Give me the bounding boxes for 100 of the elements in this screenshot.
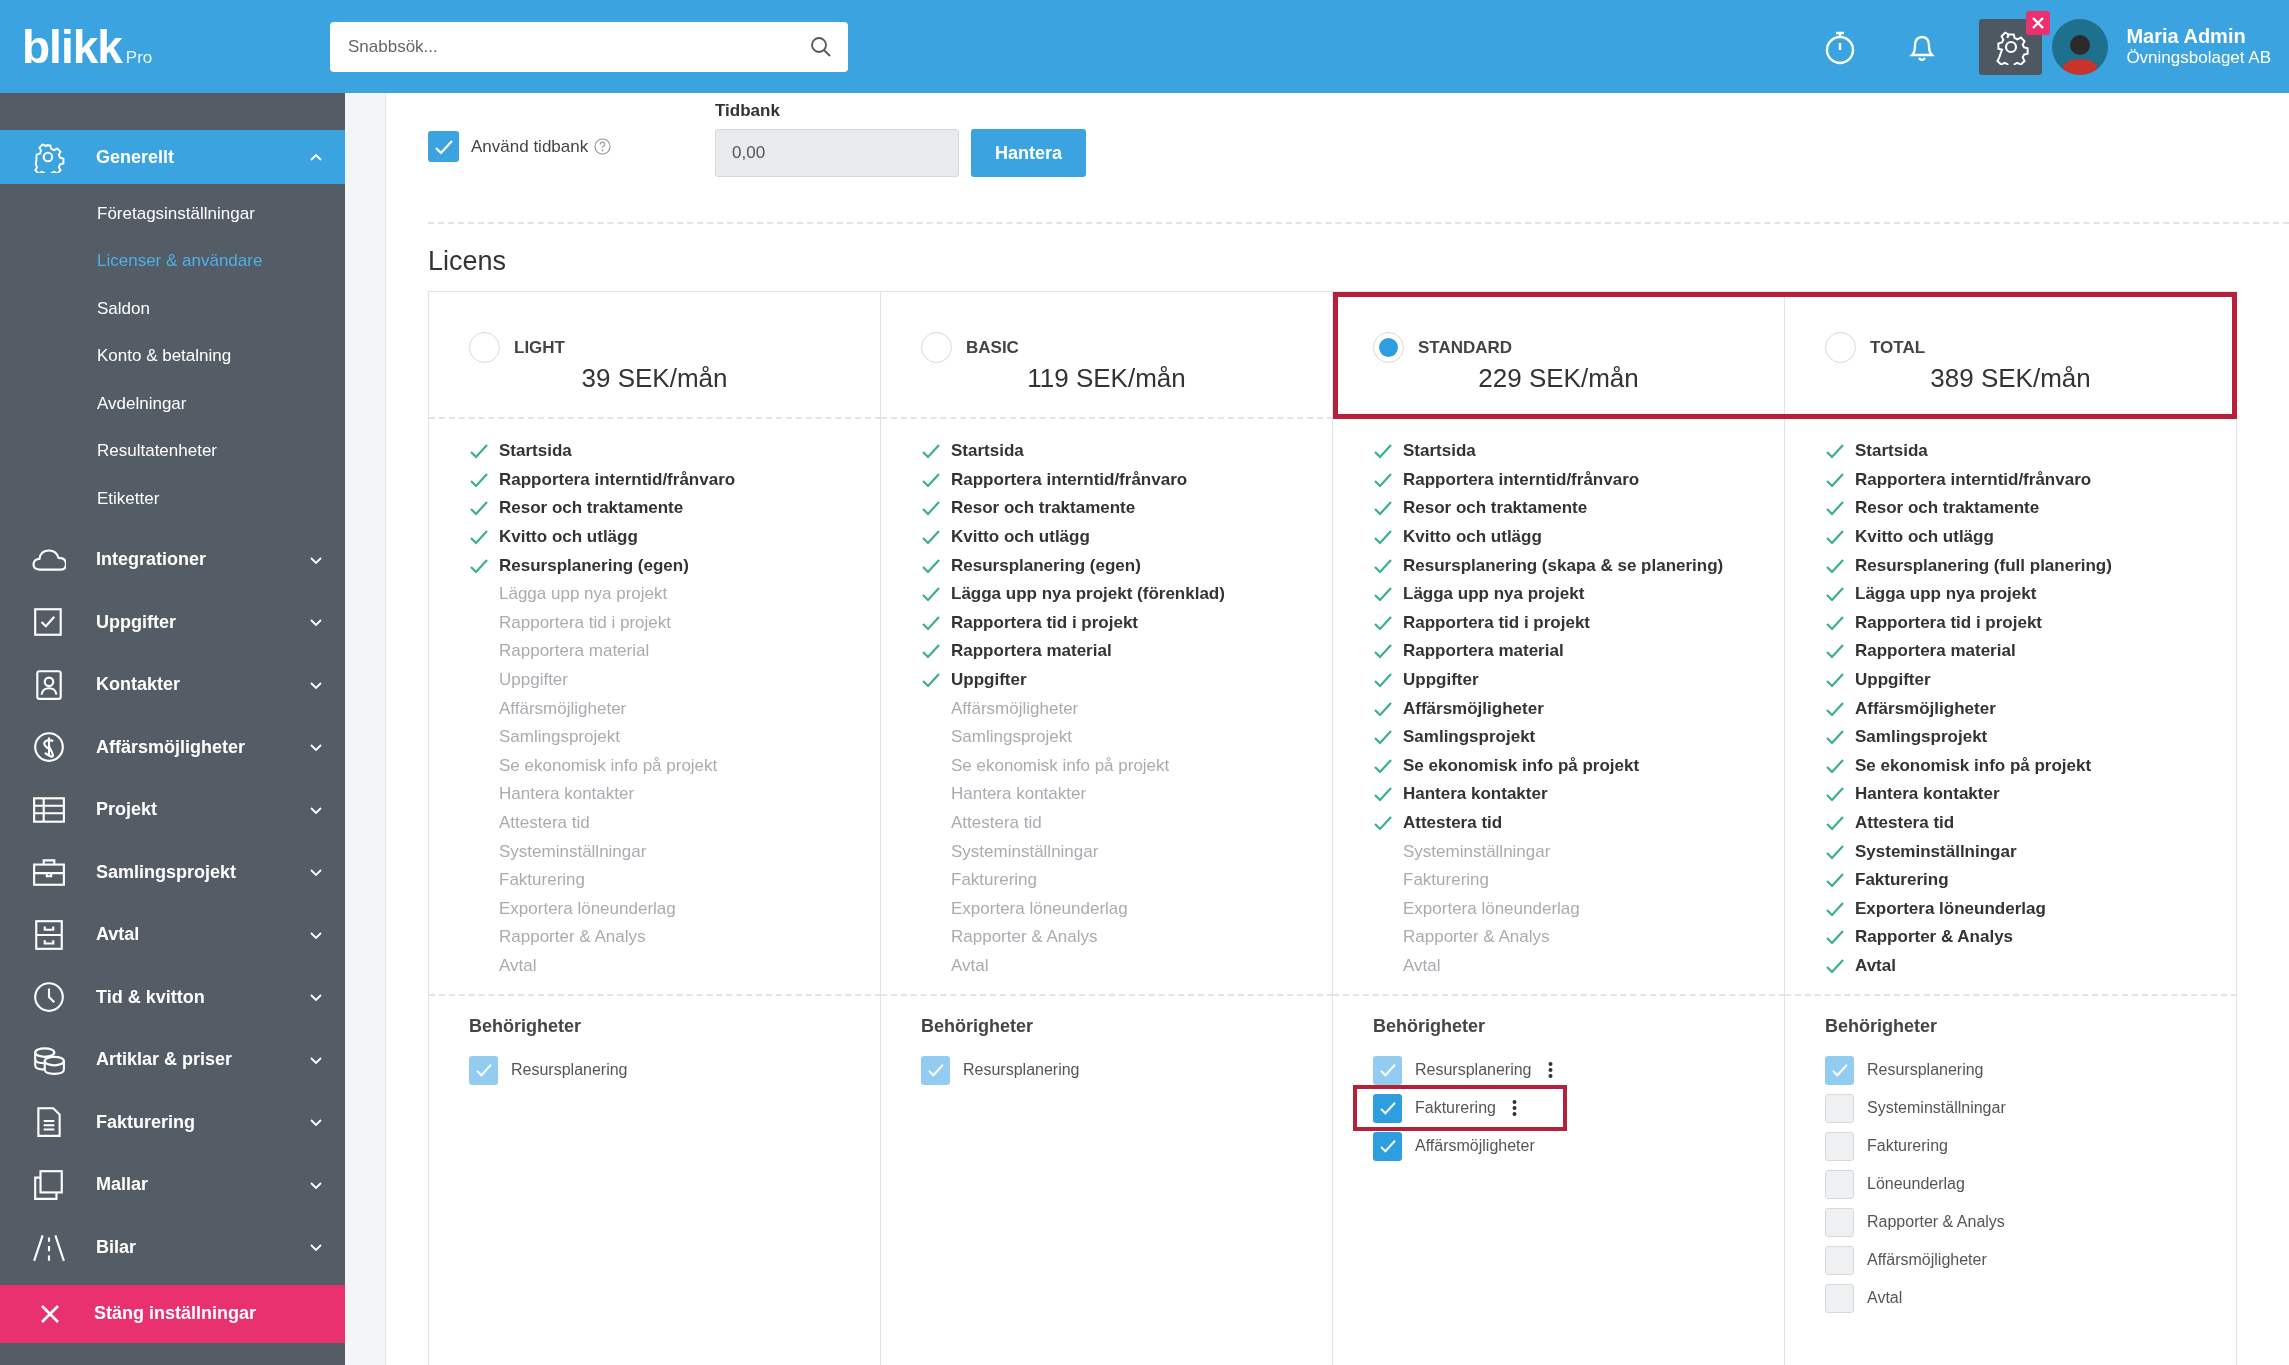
sidebar-item[interactable]: Artiklar & priser bbox=[0, 1028, 345, 1091]
sidebar-item[interactable]: Affärsmöjligheter bbox=[0, 716, 345, 779]
checkmark-icon bbox=[921, 643, 941, 660]
close-settings-button[interactable]: Stäng inställningar bbox=[0, 1284, 345, 1343]
chevron-down-icon bbox=[309, 679, 323, 690]
checkmark-icon bbox=[1373, 557, 1393, 574]
checkmark-icon bbox=[1373, 471, 1393, 488]
chevron-down-icon bbox=[309, 1179, 323, 1190]
check-icon bbox=[474, 1063, 493, 1078]
feature-label: Kvitto och utlägg bbox=[951, 527, 1090, 548]
feature-label: Resursplanering (egen) bbox=[499, 555, 689, 576]
sidebar-subitem[interactable]: Avdelningar bbox=[97, 380, 345, 428]
settings-button[interactable] bbox=[1979, 18, 2043, 75]
checkmark-icon bbox=[1825, 471, 1845, 488]
feature-label: Rapportera tid i projekt bbox=[951, 612, 1139, 633]
sidebar-item[interactable]: Bilar bbox=[0, 1216, 345, 1279]
checkmark-icon bbox=[469, 443, 489, 460]
permission-checkbox[interactable] bbox=[1825, 1207, 1854, 1237]
checkmark-icon bbox=[1373, 757, 1393, 774]
permission-checkbox[interactable] bbox=[1825, 1169, 1854, 1199]
sidebar-item[interactable]: Avtal bbox=[0, 903, 345, 966]
feature-label: Avtal bbox=[499, 956, 537, 976]
close-icon bbox=[40, 1303, 60, 1324]
feature-label: Resursplanering (full planering) bbox=[1855, 555, 2112, 576]
feature-label: Fakturering bbox=[499, 870, 585, 891]
checkmark-icon bbox=[1825, 700, 1845, 717]
feature-label: Systeminställningar bbox=[1403, 841, 1551, 862]
feature-label: Affärsmöjligheter bbox=[499, 698, 627, 719]
permission-label: Affärsmöjligheter bbox=[1415, 1137, 1535, 1156]
checkmark-icon bbox=[1825, 729, 1845, 746]
search-field[interactable]: Snabbsök... bbox=[330, 21, 848, 72]
help-icon[interactable] bbox=[594, 138, 612, 155]
close-badge-icon[interactable] bbox=[2026, 10, 2051, 35]
feature-label: Lägga upp nya projekt bbox=[1855, 584, 2037, 605]
feature-label: Resor och traktamente bbox=[1403, 498, 1588, 519]
feature-label: Fakturering bbox=[1403, 870, 1489, 891]
permission-checkbox[interactable] bbox=[1373, 1131, 1402, 1161]
feature-label: Systeminställningar bbox=[499, 841, 647, 862]
feature-label: Affärsmöjligheter bbox=[1403, 698, 1544, 719]
radio-button[interactable] bbox=[921, 332, 952, 363]
sidebar-item[interactable]: Integrationer bbox=[0, 528, 345, 591]
permission-checkbox[interactable] bbox=[1825, 1245, 1854, 1275]
radio-button[interactable] bbox=[1825, 332, 1856, 363]
feature-label: Rapportera tid i projekt bbox=[1855, 612, 2043, 633]
sidebar-item[interactable]: Kontakter bbox=[0, 653, 345, 716]
checkmark-icon bbox=[1373, 614, 1393, 631]
checkmark-icon bbox=[1825, 643, 1845, 660]
permission-label: Resursplanering bbox=[963, 1061, 1080, 1080]
permission-checkbox[interactable] bbox=[1825, 1093, 1854, 1123]
sidebar-subitem[interactable]: Etiketter bbox=[97, 475, 345, 523]
permission-checkbox[interactable] bbox=[1825, 1283, 1854, 1313]
sidebar-item[interactable]: Fakturering bbox=[0, 1091, 345, 1154]
feature-label: Resor och traktamente bbox=[499, 498, 684, 519]
sidebar-subitem[interactable]: Företagsinställningar bbox=[97, 190, 345, 238]
permission-checkbox[interactable] bbox=[1373, 1093, 1402, 1123]
chevron-down-icon bbox=[309, 867, 323, 878]
checkmark-icon bbox=[1373, 672, 1393, 689]
feature-label: Rapportera interntid/frånvaro bbox=[1855, 469, 2092, 490]
timebank-field[interactable]: 0,00 bbox=[715, 129, 959, 177]
chevron-down-icon bbox=[309, 1242, 323, 1253]
permission-checkbox[interactable] bbox=[1825, 1131, 1854, 1161]
chevron-down-icon bbox=[309, 929, 323, 940]
feature-label: Resor och traktamente bbox=[1855, 498, 2040, 519]
checkmark-icon bbox=[1825, 757, 1845, 774]
feature-label: Lägga upp nya projekt bbox=[499, 584, 668, 605]
feature-label: Samlingsprojekt bbox=[499, 727, 620, 748]
checkmark-icon bbox=[469, 471, 489, 488]
permission-label: Fakturering bbox=[1867, 1137, 1948, 1156]
feature-label: Affärsmöjligheter bbox=[951, 698, 1079, 719]
feature-label: Rapporter & Analys bbox=[1855, 927, 2014, 948]
sidebar-subitem[interactable]: Resultatenheter bbox=[97, 427, 345, 475]
radio-button[interactable] bbox=[1373, 332, 1404, 363]
chevron-down-icon bbox=[309, 617, 323, 628]
feature-label: Uppgifter bbox=[1403, 670, 1479, 691]
plan-price: 229 SEK/mån bbox=[1477, 363, 1640, 394]
sidebar-subitem[interactable]: Saldon bbox=[97, 285, 345, 333]
timebank-checkbox[interactable] bbox=[428, 131, 459, 162]
checkmark-icon bbox=[1373, 643, 1393, 660]
checkmark-icon bbox=[1373, 815, 1393, 831]
sidebar-item[interactable]: Mallar bbox=[0, 1153, 345, 1216]
feature-label: Rapportera material bbox=[499, 641, 650, 662]
sidebar-subitem[interactable]: Konto & betalning bbox=[97, 332, 345, 380]
plan-price: 119 SEK/mån bbox=[1026, 363, 1187, 394]
field-label: Tidbank bbox=[715, 101, 781, 122]
feature-label: Se ekonomisk info på projekt bbox=[1855, 755, 2092, 776]
checkmark-icon bbox=[1825, 929, 1845, 946]
chevron-down-icon bbox=[309, 742, 323, 753]
checkmark-icon bbox=[921, 614, 941, 631]
sidebar-item[interactable]: Projekt bbox=[0, 778, 345, 841]
chevron-down-icon bbox=[309, 1117, 323, 1128]
radio-button[interactable] bbox=[469, 332, 500, 363]
sidebar-item[interactable]: Samlingsprojekt bbox=[0, 841, 345, 904]
feature-label: Rapportera tid i projekt bbox=[1403, 612, 1591, 633]
feature-label: Rapportera material bbox=[951, 641, 1112, 662]
plan-price: 389 SEK/mån bbox=[1929, 363, 2092, 394]
sidebar-item[interactable]: Tid & kvitton bbox=[0, 966, 345, 1029]
feature-label: Rapportera material bbox=[1403, 641, 1564, 662]
plan-name: TOTAL bbox=[1870, 337, 1926, 358]
sidebar-item[interactable]: Uppgifter bbox=[0, 591, 345, 654]
more-options-icon[interactable] bbox=[1511, 1099, 1517, 1118]
